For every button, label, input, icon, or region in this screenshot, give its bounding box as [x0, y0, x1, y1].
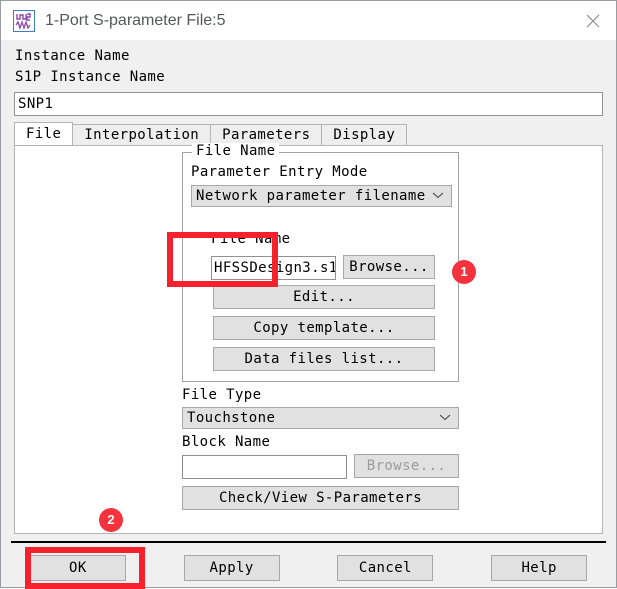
annotation-badge-2: 2: [99, 508, 123, 532]
file-name-input[interactable]: HFSSDesign3.s1p: [211, 256, 336, 280]
copy-template-button[interactable]: Copy template...: [213, 316, 435, 340]
help-button[interactable]: Help: [491, 555, 588, 581]
tab-file[interactable]: File: [14, 122, 74, 145]
parameter-entry-mode-label: Parameter Entry Mode: [191, 164, 368, 180]
s1p-instance-name-label: S1P Instance Name: [15, 69, 166, 85]
file-type-label: File Type: [182, 387, 262, 403]
footer-divider: [11, 541, 606, 543]
ok-slot: OK: [1, 549, 155, 587]
footer-button-bar: OK Apply Cancel Help: [1, 549, 616, 587]
block-name-input[interactable]: [182, 455, 347, 479]
file-name-groupbox: File Name Parameter Entry Mode Network p…: [182, 143, 459, 382]
sparameter-file-dialog: 1-Port S-parameter File:5 Instance Name …: [0, 0, 617, 589]
window-title: 1-Port S-parameter File:5: [45, 11, 226, 29]
chevron-down-icon: [431, 188, 445, 204]
file-tab-panel: File Name Parameter Entry Mode Network p…: [14, 143, 603, 534]
close-icon[interactable]: [570, 1, 616, 40]
instance-name-group-label: Instance Name: [15, 48, 130, 64]
ok-button[interactable]: OK: [29, 555, 126, 581]
file-type-value: Touchstone: [187, 410, 276, 426]
annotation-badge-1: 1: [452, 260, 476, 284]
data-files-list-button[interactable]: Data files list...: [213, 347, 435, 371]
chevron-down-icon: [438, 410, 452, 426]
title-bar: 1-Port S-parameter File:5: [1, 1, 616, 40]
cancel-slot: Cancel: [309, 549, 463, 587]
check-view-s-parameters-button[interactable]: Check/View S-Parameters: [182, 486, 459, 510]
block-name-label: Block Name: [182, 434, 271, 450]
file-name-label: File Name: [211, 231, 291, 247]
apply-slot: Apply: [155, 549, 309, 587]
file-type-select[interactable]: Touchstone: [182, 407, 459, 429]
tab-parameters[interactable]: Parameters: [210, 124, 323, 145]
instance-name-section: Instance Name S1P Instance Name: [1, 40, 616, 88]
tab-bar: File Interpolation Parameters Display: [14, 122, 616, 145]
tab-interpolation[interactable]: Interpolation: [72, 124, 212, 145]
edit-button[interactable]: Edit...: [213, 285, 435, 309]
apply-button[interactable]: Apply: [183, 555, 280, 581]
file-name-groupbox-title: File Name: [192, 143, 280, 159]
cancel-button[interactable]: Cancel: [337, 555, 434, 581]
block-browse-button: Browse...: [354, 454, 459, 478]
parameter-entry-mode-select[interactable]: Network parameter filename: [191, 185, 452, 207]
instance-name-input[interactable]: SNP1: [14, 92, 603, 116]
sparameter-file-icon: [13, 9, 35, 32]
parameter-entry-mode-value: Network parameter filename: [196, 188, 426, 204]
tab-display[interactable]: Display: [321, 124, 408, 145]
help-slot: Help: [462, 549, 616, 587]
browse-button[interactable]: Browse...: [343, 255, 435, 279]
